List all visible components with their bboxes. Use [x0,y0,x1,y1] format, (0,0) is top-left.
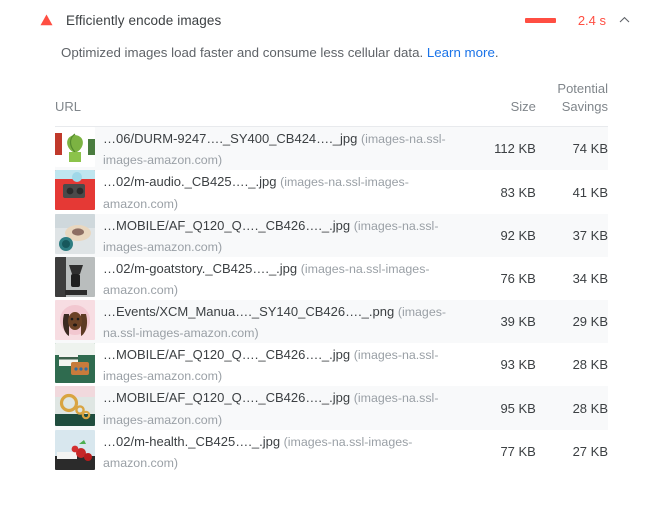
cell-size: 95 KB [465,386,536,430]
column-header-url: URL [55,79,466,128]
column-header-potential-savings: Potential Savings [535,79,608,128]
table-row: …02/m-audio._CB425…._.jpg (images-na.ssl… [55,170,608,214]
resource-url[interactable]: …Events/XCM_Manua…._SY140_CB426…._.png [103,304,394,319]
learn-more-link[interactable]: Learn more [427,45,495,60]
resource-url[interactable]: …MOBILE/AF_Q120_Q…._CB426…._.jpg [103,218,350,233]
table-row: …02/m-goatstory._CB425…._.jpg (images-na… [55,256,608,301]
audit-panel: Efficiently encode images 2.4 s Optimize… [0,5,648,515]
audit-description: Optimized images load faster and consume… [61,44,648,63]
health-berries-thumbnail [55,429,95,470]
cell-potential-savings: 29 KB [535,300,608,344]
table-header-row: URL Size Potential Savings [55,79,608,128]
cell-url: …02/m-health._CB425…._.jpg (images-na.ss… [55,429,466,473]
cell-potential-savings: 27 KB [535,429,608,473]
column-header-savings-line2: Savings [561,99,608,115]
cell-potential-savings: 41 KB [535,170,608,214]
audit-description-text: Optimized images load faster and consume… [61,45,427,60]
cell-size: 77 KB [465,429,536,473]
cell-size: 83 KB [465,170,536,214]
cell-potential-savings: 28 KB [535,386,608,430]
cell-size: 92 KB [465,213,536,257]
cell-potential-savings: 34 KB [535,256,608,301]
cell-url: …06/DURM-9247…._SY400_CB424…._jpg (image… [55,126,466,171]
warning-triangle-icon [33,14,59,26]
cell-potential-savings: 28 KB [535,343,608,387]
audit-header[interactable]: Efficiently encode images 2.4 s [0,5,648,35]
cell-url: …MOBILE/AF_Q120_Q…._CB426…._.jpg (images… [55,343,466,387]
table-row: …MOBILE/AF_Q120_Q…._CB426…._.jpg (images… [55,343,608,387]
cell-url: …MOBILE/AF_Q120_Q…._CB426…._.jpg (images… [55,386,466,430]
table-row: …MOBILE/AF_Q120_Q…._CB426…._.jpg (images… [55,213,608,257]
cell-size: 76 KB [465,256,536,301]
audit-time-value: 2.4 s [577,12,606,28]
score-bar [525,17,556,23]
table-row: …02/m-health._CB425…._.jpg (images-na.ss… [55,429,608,473]
cell-size: 93 KB [465,343,536,387]
cell-url: …Events/XCM_Manua…._SY140_CB426…._.png (… [55,300,466,344]
cell-potential-savings: 37 KB [535,213,608,257]
coffee-brewer-thumbnail [55,256,95,297]
resource-url[interactable]: …MOBILE/AF_Q120_Q…._CB426…._.jpg [103,390,350,405]
cell-size: 112 KB [465,126,536,171]
cell-url: …02/m-audio._CB425…._.jpg (images-na.ssl… [55,170,466,214]
resource-url[interactable]: …02/m-goatstory._CB425…._.jpg [103,261,297,276]
watch-plate-thumbnail [55,213,95,254]
audio-gift-thumbnail [55,170,95,211]
bag-thumbnail [55,343,95,384]
audit-table-wrap: URL Size Potential Savings …06/DURM-9247… [0,79,648,473]
audit-title: Efficiently encode images [66,12,222,28]
cell-potential-savings: 74 KB [535,126,608,171]
chevron-up-icon[interactable] [618,14,630,26]
cell-url: …02/m-goatstory._CB425…._.jpg (images-na… [55,256,466,301]
audit-header-right: 2.4 s [525,13,630,28]
jewelry-thumbnail [55,386,95,427]
table-row: …06/DURM-9247…._SY400_CB424…._jpg (image… [55,126,608,171]
resource-url[interactable]: …MOBILE/AF_Q120_Q…._CB426…._.jpg [103,347,350,362]
cell-url: …MOBILE/AF_Q120_Q…._CB426…._.jpg (images… [55,213,466,257]
dog-thumbnail [55,300,95,341]
table-row: …Events/XCM_Manua…._SY140_CB426…._.png (… [55,300,608,344]
resource-url[interactable]: …06/DURM-9247…._SY400_CB424…._jpg [103,131,357,146]
resource-url[interactable]: …02/m-audio._CB425…._.jpg [103,174,276,189]
table-body: …06/DURM-9247…._SY400_CB424…._jpg (image… [55,126,608,473]
audit-description-suffix: . [494,45,499,60]
audit-details-table: URL Size Potential Savings …06/DURM-9247… [55,79,608,473]
plant-thumbnail [55,127,95,168]
resource-url[interactable]: …02/m-health._CB425…._.jpg [103,434,280,449]
cell-size: 39 KB [465,300,536,344]
table-head: URL Size Potential Savings [55,79,608,128]
table-row: …MOBILE/AF_Q120_Q…._CB426…._.jpg (images… [55,386,608,430]
column-header-size: Size [465,79,536,128]
column-header-savings-line1: Potential [557,80,608,96]
